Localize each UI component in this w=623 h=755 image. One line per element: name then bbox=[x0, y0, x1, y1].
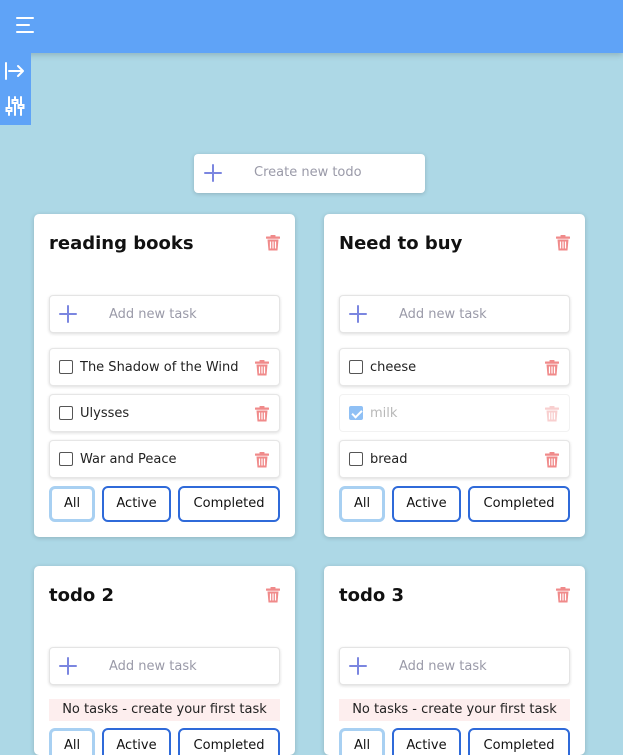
task-item: cheese bbox=[339, 348, 570, 386]
app-header bbox=[0, 0, 623, 53]
task-text: War and Peace bbox=[80, 452, 177, 467]
add-task-placeholder: Add new task bbox=[109, 307, 197, 322]
filter-active-button[interactable]: Active bbox=[102, 486, 171, 522]
add-task-placeholder: Add new task bbox=[399, 659, 487, 674]
filter-all-button[interactable]: All bbox=[339, 728, 385, 755]
trash-icon[interactable] bbox=[255, 452, 269, 472]
filter-completed-button[interactable]: Completed bbox=[178, 728, 280, 755]
hamburger-menu-icon[interactable] bbox=[16, 16, 36, 34]
trash-icon[interactable] bbox=[545, 360, 559, 380]
add-task-input[interactable]: Add new task bbox=[339, 647, 570, 685]
empty-state-message: No tasks - create your first task bbox=[49, 699, 280, 721]
task-checkbox[interactable] bbox=[349, 452, 363, 466]
list-title: todo 3 bbox=[339, 585, 405, 606]
list-title: reading books bbox=[49, 233, 194, 254]
task-checkbox[interactable] bbox=[349, 360, 363, 374]
filter-active-button[interactable]: Active bbox=[102, 728, 171, 755]
trash-icon[interactable] bbox=[556, 235, 570, 255]
filter-active-button[interactable]: Active bbox=[392, 486, 461, 522]
trash-icon[interactable] bbox=[545, 452, 559, 472]
task-item: Ulysses bbox=[49, 394, 280, 432]
todo-list-card: todo 2 Add new task No tasks - create yo… bbox=[34, 566, 295, 755]
add-task-placeholder: Add new task bbox=[109, 659, 197, 674]
todo-list-card: reading books Add new task The Shadow of… bbox=[34, 214, 295, 537]
task-item: The Shadow of the Wind bbox=[49, 348, 280, 386]
add-task-placeholder: Add new task bbox=[399, 307, 487, 322]
create-todo-placeholder: Create new todo bbox=[254, 165, 362, 180]
filter-completed-button[interactable]: Completed bbox=[468, 728, 570, 755]
trash-icon[interactable] bbox=[556, 587, 570, 607]
plus-icon bbox=[349, 305, 367, 327]
filter-all-button[interactable]: All bbox=[339, 486, 385, 522]
filter-completed-button[interactable]: Completed bbox=[178, 486, 280, 522]
add-task-input[interactable]: Add new task bbox=[339, 295, 570, 333]
plus-icon bbox=[204, 164, 222, 186]
task-item: War and Peace bbox=[49, 440, 280, 478]
plus-icon bbox=[59, 305, 77, 327]
todo-list-card: Need to buy Add new task cheese milk bre… bbox=[324, 214, 585, 537]
trash-icon[interactable] bbox=[255, 406, 269, 426]
create-todo-input[interactable]: Create new todo bbox=[194, 154, 425, 193]
list-title: Need to buy bbox=[339, 233, 463, 254]
task-text: cheese bbox=[370, 360, 417, 375]
task-text: milk bbox=[370, 406, 398, 421]
plus-icon bbox=[59, 657, 77, 679]
list-title: todo 2 bbox=[49, 585, 115, 606]
add-task-input[interactable]: Add new task bbox=[49, 647, 280, 685]
task-checkbox[interactable] bbox=[59, 360, 73, 374]
add-task-input[interactable]: Add new task bbox=[49, 295, 280, 333]
plus-icon bbox=[349, 657, 367, 679]
todo-list-card: todo 3 Add new task No tasks - create yo… bbox=[324, 566, 585, 755]
empty-state-message: No tasks - create your first task bbox=[339, 699, 570, 721]
task-item-completed: milk bbox=[339, 394, 570, 432]
task-item: bread bbox=[339, 440, 570, 478]
filter-all-button[interactable]: All bbox=[49, 728, 95, 755]
arrow-right-bar-icon[interactable] bbox=[3, 59, 27, 83]
task-checkbox[interactable] bbox=[59, 406, 73, 420]
filter-completed-button[interactable]: Completed bbox=[468, 486, 570, 522]
task-text: Ulysses bbox=[80, 406, 130, 421]
sidebar bbox=[0, 53, 31, 125]
task-checkbox[interactable] bbox=[59, 452, 73, 466]
task-text: The Shadow of the Wind bbox=[80, 360, 239, 375]
task-checkbox-checked[interactable] bbox=[349, 406, 363, 420]
filter-all-button[interactable]: All bbox=[49, 486, 95, 522]
task-text: bread bbox=[370, 452, 408, 467]
trash-icon[interactable] bbox=[545, 406, 559, 426]
trash-icon[interactable] bbox=[266, 235, 280, 255]
sliders-icon[interactable] bbox=[3, 94, 27, 118]
filter-active-button[interactable]: Active bbox=[392, 728, 461, 755]
trash-icon[interactable] bbox=[266, 587, 280, 607]
trash-icon[interactable] bbox=[255, 360, 269, 380]
